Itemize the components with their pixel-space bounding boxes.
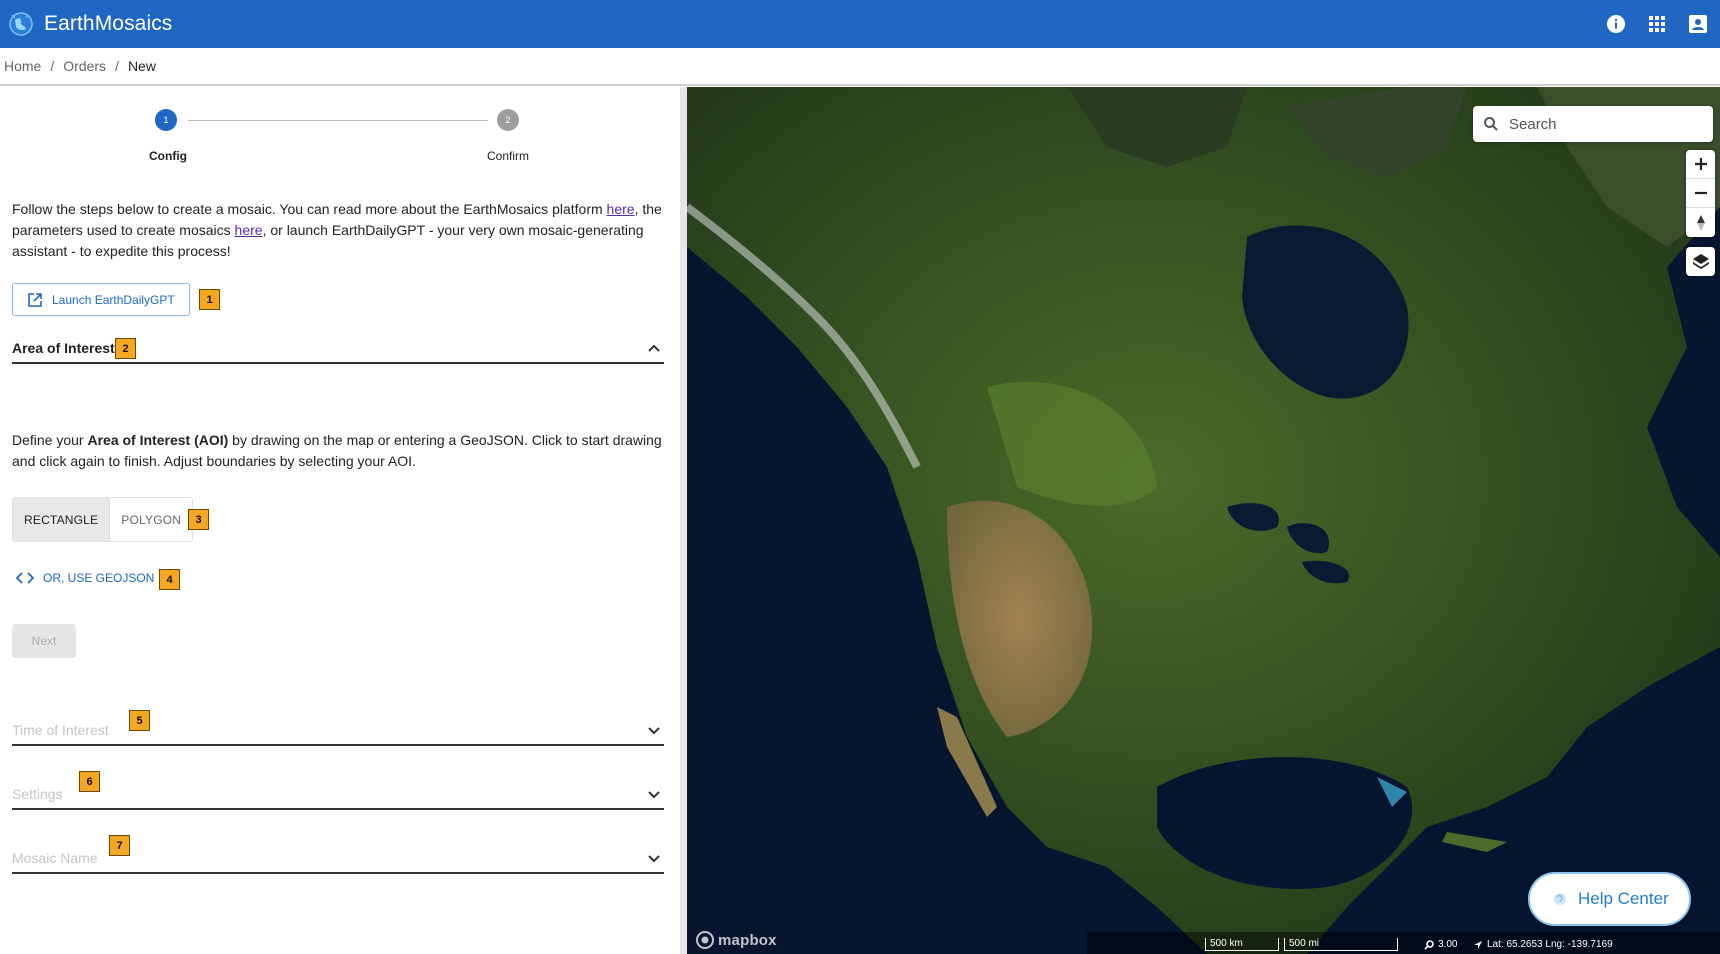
- breadcrumb-separator: /: [50, 58, 55, 74]
- aoi-desc-text: Define your: [12, 432, 88, 448]
- chevron-up-icon[interactable]: [646, 340, 662, 359]
- toi-section-title: Time of Interest: [12, 722, 109, 738]
- parameters-docs-link[interactable]: here: [235, 222, 263, 238]
- toi-section-header[interactable]: Time of Interest: [12, 716, 664, 746]
- zoom-level-value: 3.00: [1438, 939, 1458, 950]
- map-canvas[interactable]: Search Help Center mapbox 500 km 500 mi: [687, 87, 1720, 954]
- draw-mode-toggle: RECTANGLE POLYGON: [12, 497, 194, 542]
- zoom-out-button[interactable]: [1686, 179, 1715, 208]
- open-in-new-icon: [27, 292, 43, 308]
- platform-docs-link[interactable]: here: [607, 201, 635, 217]
- app-title[interactable]: EarthMosaics: [44, 12, 172, 36]
- use-geojson-label: OR, USE GEOJSON: [43, 571, 155, 585]
- compass-reset-button[interactable]: [1686, 208, 1715, 237]
- zoom-controls: [1686, 150, 1715, 237]
- code-icon: [16, 571, 34, 585]
- launch-earthdailygpt-button[interactable]: Launch EarthDailyGPT: [12, 283, 190, 316]
- mosaic-name-section-title: Mosaic Name: [12, 850, 98, 866]
- breadcrumb-current: New: [127, 58, 156, 74]
- cursor-coords-readout: Lat: 65.2653 Lng: -139.7169: [1473, 939, 1613, 950]
- info-icon[interactable]: [1604, 12, 1628, 36]
- order-config-panel: 1 2 Config Confirm Follow the steps belo…: [0, 87, 680, 954]
- mapbox-attribution[interactable]: mapbox: [696, 931, 777, 949]
- chevron-down-icon[interactable]: [646, 722, 662, 741]
- annotation-badge-6: 6: [79, 771, 100, 792]
- annotation-badge-3: 3: [188, 509, 209, 530]
- help-center-button[interactable]: Help Center: [1528, 872, 1691, 926]
- annotation-badge-2: 2: [115, 338, 136, 359]
- polygon-toggle[interactable]: POLYGON: [110, 498, 193, 541]
- step-2-indicator: 2: [497, 109, 519, 131]
- satellite-imagery: [687, 87, 1720, 954]
- chevron-down-icon[interactable]: [646, 786, 662, 805]
- mapbox-label: mapbox: [718, 931, 777, 949]
- annotation-badge-4: 4: [159, 569, 180, 590]
- annotation-badge-1: 1: [199, 289, 220, 310]
- step-1-indicator: 1: [155, 109, 177, 131]
- step-1-label: Config: [149, 149, 187, 163]
- settings-section-title: Settings: [12, 786, 63, 802]
- annotation-badge-5: 5: [129, 710, 150, 731]
- account-icon[interactable]: [1686, 12, 1710, 36]
- launch-earthdailygpt-label: Launch EarthDailyGPT: [52, 292, 175, 307]
- annotation-badge-7: 7: [109, 835, 130, 856]
- chevron-down-icon[interactable]: [646, 850, 662, 869]
- aoi-section-header[interactable]: Area of Interest: [12, 334, 664, 364]
- panel-resize-handle[interactable]: [680, 87, 687, 954]
- breadcrumb-orders[interactable]: Orders: [63, 58, 106, 74]
- stepper: 1 2 Config Confirm: [0, 87, 680, 177]
- mapbox-logo-icon: [696, 931, 714, 949]
- aoi-section-title: Area of Interest: [12, 340, 115, 356]
- header-actions: [1604, 12, 1710, 36]
- globe-logo-icon[interactable]: [6, 9, 36, 39]
- next-button[interactable]: Next: [12, 624, 76, 658]
- stepper-connector: [188, 120, 488, 121]
- intro-paragraph: Follow the steps below to create a mosai…: [12, 199, 672, 262]
- scale-bar-km: 500 km: [1205, 938, 1279, 951]
- app-header: EarthMosaics: [0, 0, 1720, 48]
- map-status-bar: 500 km 500 mi 3.00 Lat: 65.2653 Lng: -13…: [1087, 932, 1720, 954]
- help-center-icon: [1552, 891, 1568, 907]
- use-geojson-button[interactable]: OR, USE GEOJSON: [16, 571, 154, 585]
- search-icon: [1483, 116, 1499, 132]
- step-2-label: Confirm: [487, 149, 530, 163]
- layers-button[interactable]: [1686, 247, 1715, 276]
- cursor-coords-value: Lat: 65.2653 Lng: -139.7169: [1487, 939, 1613, 950]
- breadcrumb-separator: /: [115, 58, 119, 74]
- breadcrumb: Home / Orders / New: [0, 48, 1720, 86]
- map-search-input[interactable]: Search: [1473, 106, 1713, 142]
- magnifier-icon: [1424, 939, 1434, 950]
- location-arrow-icon: [1473, 940, 1483, 950]
- breadcrumb-home[interactable]: Home: [4, 58, 41, 74]
- apps-grid-icon[interactable]: [1645, 12, 1669, 36]
- aoi-desc-bold: Area of Interest (AOI): [87, 432, 229, 448]
- map-search-placeholder: Search: [1509, 115, 1557, 133]
- zoom-level-readout: 3.00: [1424, 939, 1457, 950]
- scale-bar-mi: 500 mi: [1284, 938, 1398, 951]
- help-center-label: Help Center: [1578, 889, 1669, 908]
- intro-text: Follow the steps below to create a mosai…: [12, 201, 607, 217]
- aoi-description: Define your Area of Interest (AOI) by dr…: [12, 430, 672, 472]
- settings-section-header[interactable]: Settings: [12, 780, 664, 810]
- zoom-in-button[interactable]: [1686, 150, 1715, 179]
- rectangle-toggle[interactable]: RECTANGLE: [13, 498, 111, 541]
